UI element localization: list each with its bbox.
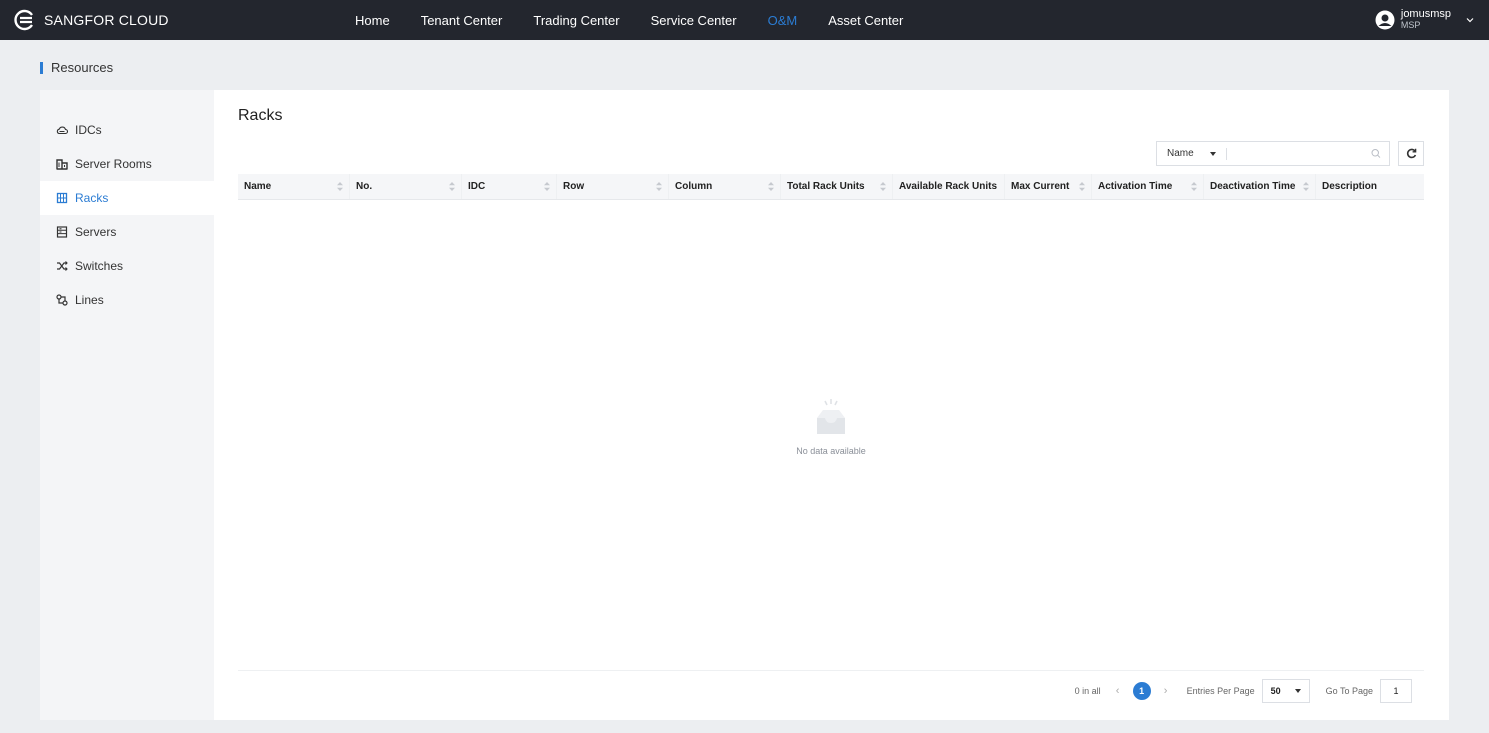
sort-icon [1079, 182, 1085, 191]
building-icon [56, 159, 68, 170]
sidebar-item-idcs[interactable]: IDCs [40, 113, 214, 147]
go-to-page-label: Go To Page [1325, 686, 1373, 696]
sort-icon [1303, 182, 1309, 191]
total-count: 0 in all [1074, 686, 1101, 696]
racks-panel: Racks Name Name No. IDC Row Column Total… [238, 90, 1424, 720]
column-label: Description [1322, 181, 1378, 192]
column-header-activation-time[interactable]: Activation Time [1092, 174, 1204, 199]
footer-divider [238, 670, 1424, 671]
sidebar-item-label: Servers [75, 225, 117, 239]
search-input[interactable] [1227, 142, 1372, 165]
empty-state-text: No data available [796, 446, 866, 456]
sort-icon [337, 182, 343, 191]
search-field-select[interactable]: Name [1157, 142, 1226, 165]
user-role: MSP [1400, 20, 1421, 30]
column-header-no[interactable]: No. [350, 174, 462, 199]
prev-page-button[interactable]: ‹ [1113, 685, 1123, 697]
nav-tenant-center[interactable]: Tenant Center [421, 13, 503, 28]
nav-om[interactable]: O&M [768, 13, 798, 28]
column-header-available-rack-units: Available Rack Units [893, 174, 1005, 199]
empty-tray-icon [817, 399, 845, 434]
caret-down-icon [1294, 689, 1301, 693]
column-label: Row [563, 181, 585, 192]
brand-logo[interactable]: SANGFOR CLOUD [12, 9, 169, 31]
pagination: 0 in all ‹ 1 › Entries Per Page 50 Go To… [1075, 679, 1412, 703]
user-avatar-icon [1375, 10, 1395, 30]
title-accent-bar [40, 61, 43, 74]
resource-sidebar: IDCs Server Rooms Racks Servers Switches… [40, 90, 214, 720]
page-title-text: Resources [51, 60, 114, 75]
content-panel: IDCs Server Rooms Racks Servers Switches… [40, 90, 1449, 720]
sidebar-item-switches[interactable]: Switches [40, 249, 214, 283]
sidebar-item-label: Switches [75, 259, 124, 273]
refresh-icon [1406, 148, 1416, 159]
sangfor-logo-icon [14, 9, 33, 31]
next-page-button[interactable]: › [1161, 685, 1171, 697]
cloud-icon [56, 126, 68, 135]
sidebar-item-lines[interactable]: Lines [40, 283, 214, 317]
column-label: Available Rack Units [899, 181, 998, 192]
column-header-name[interactable]: Name [238, 174, 350, 199]
page-title: Resources [40, 60, 113, 75]
main-nav: Home Tenant Center Trading Center Servic… [355, 0, 934, 40]
column-label: IDC [468, 181, 486, 192]
sort-icon [768, 182, 774, 191]
sidebar-item-label: Racks [75, 191, 109, 205]
column-header-column[interactable]: Column [669, 174, 781, 199]
nav-home[interactable]: Home [355, 13, 390, 28]
shuffle-icon [57, 261, 68, 271]
sidebar-item-server-rooms[interactable]: Server Rooms [40, 147, 214, 181]
rack-icon [56, 192, 68, 204]
column-header-row[interactable]: Row [557, 174, 669, 199]
column-label: Column [675, 181, 713, 192]
brand-name: SANGFOR CLOUD [44, 12, 169, 28]
column-header-deactivation-time[interactable]: Deactivation Time [1204, 174, 1316, 199]
top-nav-bar: SANGFOR CLOUD Home Tenant Center Trading… [0, 0, 1489, 40]
sidebar-item-servers[interactable]: Servers [40, 215, 214, 249]
column-header-max-current[interactable]: Max Current [1005, 174, 1092, 199]
column-label: Max Current [1011, 181, 1070, 192]
sidebar-item-label: Server Rooms [75, 157, 152, 171]
page-number-current[interactable]: 1 [1132, 682, 1151, 700]
user-name: jomusmsp [1400, 8, 1451, 20]
entries-per-page-label: Entries Per Page [1186, 686, 1255, 696]
sort-icon [880, 182, 886, 191]
sort-icon [449, 182, 455, 191]
column-label: No. [356, 181, 373, 192]
sort-icon [656, 182, 662, 191]
chevron-down-icon [1466, 18, 1474, 23]
column-label: Name [244, 181, 272, 192]
link-icon [56, 294, 68, 306]
search-field-value: Name [1167, 148, 1194, 159]
column-header-description: Description [1316, 174, 1422, 199]
refresh-button[interactable] [1398, 141, 1424, 166]
section-title: Racks [238, 107, 283, 124]
sort-icon [544, 182, 550, 191]
caret-down-icon [1209, 151, 1216, 156]
table-header: Name No. IDC Row Column Total Rack Units [238, 174, 1424, 200]
user-menu[interactable]: jomusmsp MSP [1375, 6, 1475, 34]
column-label: Total Rack Units [787, 181, 865, 192]
nav-service-center[interactable]: Service Center [651, 13, 737, 28]
column-label: Activation Time [1098, 181, 1173, 192]
column-label: Deactivation Time [1210, 181, 1296, 192]
column-header-total-rack-units[interactable]: Total Rack Units [781, 174, 893, 199]
column-header-idc[interactable]: IDC [462, 174, 557, 199]
go-to-page-input[interactable]: 1 [1380, 679, 1412, 703]
sidebar-item-label: IDCs [75, 123, 102, 137]
nav-asset-center[interactable]: Asset Center [828, 13, 903, 28]
sidebar-item-racks[interactable]: Racks [40, 181, 214, 215]
search-icon[interactable] [1371, 148, 1381, 159]
sidebar-item-label: Lines [75, 293, 104, 307]
page-size-value: 50 [1270, 686, 1281, 696]
server-icon [56, 226, 68, 238]
nav-trading-center[interactable]: Trading Center [533, 13, 619, 28]
search-box: Name [1156, 141, 1390, 166]
page-size-select[interactable]: 50 [1261, 679, 1310, 703]
empty-state: No data available [238, 398, 1424, 456]
sort-icon [1191, 182, 1197, 191]
